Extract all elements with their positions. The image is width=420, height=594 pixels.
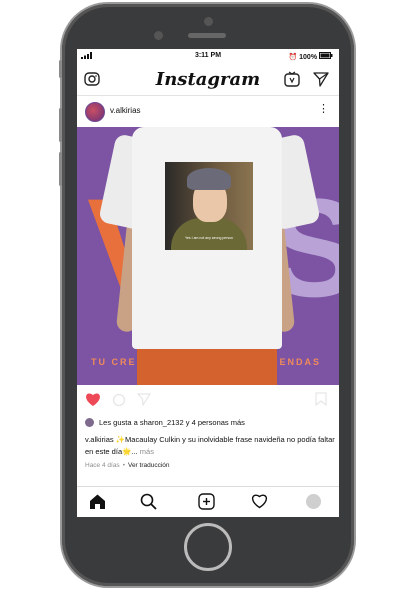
top-app-bar: Instagram bbox=[77, 63, 339, 96]
home-button[interactable] bbox=[184, 523, 232, 571]
likes-text: Les gusta a sharon_2132 y 4 personas más bbox=[99, 418, 245, 427]
battery-percent: 100% bbox=[299, 54, 318, 61]
alarm-icon: ⏰ bbox=[288, 54, 298, 61]
post-timestamp: Hace 4 días bbox=[85, 462, 120, 469]
mute-switch bbox=[59, 60, 62, 78]
status-bar: 3:11 PM ⏰ 100% bbox=[77, 49, 339, 63]
share-icon[interactable] bbox=[136, 392, 152, 411]
print-caption: Yes I am not any wrong person bbox=[184, 236, 234, 240]
print-hat bbox=[187, 168, 231, 190]
photo-tagline-left: TU CRE bbox=[91, 357, 137, 367]
battery-icon bbox=[319, 52, 333, 59]
direct-message-icon[interactable] bbox=[313, 71, 329, 92]
likes-summary[interactable]: Les gusta a sharon_2132 y 4 personas más bbox=[85, 418, 245, 427]
caption-body: ✨Macaulay Culkin y su inolvidable frase … bbox=[85, 435, 335, 456]
home-icon[interactable] bbox=[89, 493, 106, 515]
post-header: v.alkirias ⋮ bbox=[77, 96, 339, 126]
post-actions bbox=[77, 387, 339, 411]
save-bookmark-icon[interactable] bbox=[315, 392, 327, 411]
caption-username[interactable]: v.alkirias bbox=[85, 435, 114, 444]
like-heart-icon[interactable] bbox=[85, 392, 101, 412]
avatar[interactable] bbox=[85, 102, 105, 122]
post-username[interactable]: v.alkirias bbox=[110, 106, 141, 115]
app-screen: 3:11 PM ⏰ 100% Instagram v.alkirias ⋮ V … bbox=[77, 49, 339, 517]
post-meta: Hace 4 días • Ver traducción bbox=[85, 462, 170, 469]
sensor bbox=[154, 31, 163, 40]
more-options-icon[interactable]: ⋮ bbox=[318, 102, 329, 115]
volume-down-button bbox=[59, 152, 62, 186]
post-caption: v.alkirias ✨Macaulay Culkin y su inolvid… bbox=[85, 434, 335, 458]
volume-up-button bbox=[59, 108, 62, 142]
tshirt-print: Yes I am not any wrong person bbox=[165, 162, 253, 250]
profile-avatar-icon[interactable] bbox=[305, 493, 322, 515]
meta-separator: • bbox=[122, 462, 125, 469]
battery-indicator: ⏰ 100% bbox=[288, 52, 333, 61]
post-photo[interactable]: V S TU CRE PRENDAS Yes I am not any wron… bbox=[77, 127, 339, 385]
comment-icon[interactable] bbox=[112, 393, 127, 412]
bottom-navigation bbox=[77, 486, 339, 517]
front-camera bbox=[204, 17, 213, 26]
caption-more-link[interactable]: más bbox=[140, 447, 154, 456]
activity-heart-icon[interactable] bbox=[251, 493, 268, 514]
igtv-icon[interactable] bbox=[284, 71, 300, 92]
translate-link[interactable]: Ver traducción bbox=[128, 462, 170, 469]
new-post-icon[interactable] bbox=[198, 493, 215, 515]
liker-avatar bbox=[85, 418, 94, 427]
search-icon[interactable] bbox=[140, 493, 157, 515]
earpiece-speaker bbox=[188, 33, 226, 38]
